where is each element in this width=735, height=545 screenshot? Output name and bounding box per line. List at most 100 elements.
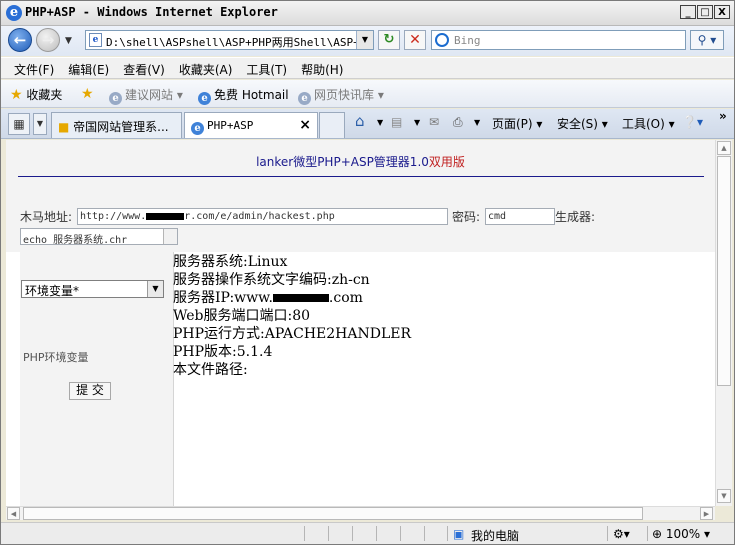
search-button[interactable]: ⚲ ▾ bbox=[690, 30, 724, 50]
menu-view[interactable]: 查看(V) bbox=[116, 58, 172, 78]
tab-php-asp[interactable]: e PHP+ASP × bbox=[184, 112, 318, 138]
favorites-star-icon: ★ bbox=[10, 87, 23, 103]
print-dropdown-icon[interactable]: ▼ bbox=[474, 118, 480, 127]
suggested-sites-link[interactable]: e 建议网站 ▾ bbox=[109, 86, 183, 105]
back-button[interactable]: ← bbox=[8, 28, 32, 52]
ie-logo-icon: e bbox=[6, 5, 22, 21]
horizontal-scrollbar[interactable]: ◀ ▶ bbox=[6, 506, 715, 520]
redacted-block bbox=[146, 212, 185, 220]
output-file-path: 本文件路径: bbox=[173, 362, 248, 378]
command-output: 服务器系统:Linux 服务器操作系统文字编码:zh-cn 服务器IP:www.… bbox=[173, 253, 411, 379]
tab-list-dropdown-icon[interactable]: ▼ bbox=[33, 113, 47, 135]
protected-mode-icon[interactable]: ⚙▾ bbox=[613, 527, 630, 541]
security-zone-label: 我的电脑 bbox=[471, 529, 520, 543]
tab-ie-icon: e bbox=[191, 122, 204, 135]
home-dropdown-icon[interactable]: ▼ bbox=[377, 118, 383, 127]
stop-button[interactable]: ✕ bbox=[404, 30, 426, 50]
tab-bar: ▦ ▼ ■ 帝国网站管理系... e PHP+ASP × ⌂ ▼ ▤ ▼ ✉ ⎙ … bbox=[1, 109, 734, 139]
select-dropdown-icon[interactable]: ▼ bbox=[147, 281, 163, 297]
suggested-sites-icon: e bbox=[109, 92, 122, 105]
more-commands-icon[interactable]: » bbox=[719, 109, 727, 123]
browser-window: e PHP+ASP - Windows Internet Explorer _ … bbox=[0, 0, 735, 545]
page-content: lanker微型PHP+ASP管理器1.0双用版 木马地址: http://ww… bbox=[6, 140, 715, 506]
output-php-version: PHP版本:5.1.4 bbox=[173, 344, 273, 360]
function-select[interactable]: 环境变量* ▼ bbox=[21, 280, 164, 298]
page-icon: e bbox=[89, 33, 102, 47]
output-encoding: 服务器操作系统文字编码:zh-cn bbox=[173, 272, 370, 288]
home-icon[interactable]: ⌂ bbox=[355, 112, 365, 130]
favorites-label: 收藏夹 bbox=[26, 88, 63, 102]
redacted-block bbox=[272, 294, 329, 302]
scroll-down-icon[interactable]: ▼ bbox=[717, 489, 731, 503]
zoom-icon: ⊕ bbox=[652, 527, 663, 541]
menu-file[interactable]: 文件(F) bbox=[7, 58, 61, 78]
tab-site-icon: ■ bbox=[58, 120, 70, 134]
minimize-button[interactable]: _ bbox=[680, 5, 696, 19]
forward-button[interactable]: → bbox=[36, 28, 60, 52]
trojan-label: 木马地址: bbox=[20, 210, 73, 224]
submit-button[interactable]: 提 交 bbox=[69, 382, 111, 400]
add-favorite-button[interactable]: ★ bbox=[81, 86, 94, 102]
print-icon[interactable]: ⎙ bbox=[453, 115, 463, 130]
close-window-button[interactable]: X bbox=[714, 5, 730, 19]
trojan-url-input[interactable]: http://www. r.com/e/admin/hackest.php bbox=[77, 208, 448, 225]
hotmail-icon: e bbox=[198, 92, 211, 105]
read-mail-icon[interactable]: ✉ bbox=[429, 115, 439, 129]
computer-zone-icon: ▣ bbox=[453, 527, 465, 541]
hotmail-link[interactable]: e 免费 Hotmail bbox=[198, 86, 289, 105]
menu-help[interactable]: 帮助(H) bbox=[294, 58, 350, 78]
horizontal-scroll-thumb[interactable] bbox=[23, 507, 643, 520]
quick-tabs-icon[interactable]: ▦ bbox=[8, 113, 30, 135]
new-tab-button[interactable] bbox=[319, 112, 345, 138]
password-label: 密码: bbox=[452, 210, 481, 224]
scroll-up-icon[interactable]: ▲ bbox=[717, 141, 731, 155]
status-bar: ▣ 我的电脑 ⚙▾ ⊕ 100% ▾ bbox=[1, 522, 734, 544]
vertical-scrollbar[interactable]: ▲ ▼ bbox=[715, 140, 732, 506]
close-tab-icon[interactable]: × bbox=[299, 117, 311, 133]
output-ip: 服务器IP:www. .com bbox=[173, 290, 363, 306]
safety-menu-button[interactable]: 安全(S) ▾ bbox=[557, 115, 608, 132]
menu-bar: 文件(F) 编辑(E) 查看(V) 收藏夹(A) 工具(T) 帮助(H) bbox=[1, 57, 734, 79]
feeds-dropdown-icon[interactable]: ▼ bbox=[414, 118, 420, 127]
page-menu-button[interactable]: 页面(P) ▾ bbox=[492, 115, 542, 132]
help-icon[interactable]: ❔▾ bbox=[682, 115, 703, 129]
recent-pages-dropdown-icon[interactable]: ▼ bbox=[65, 36, 72, 46]
page-title: lanker微型PHP+ASP管理器1.0双用版 bbox=[256, 155, 465, 169]
tab-empire-cms[interactable]: ■ 帝国网站管理系... bbox=[51, 112, 182, 138]
address-toolbar: ← → ▼ e D:\shell\ASPshell\ASP+PHP两用Shell… bbox=[1, 26, 734, 56]
generator-label: 生成器: bbox=[555, 210, 596, 224]
title-divider bbox=[18, 176, 704, 177]
search-input[interactable]: Bing bbox=[454, 34, 481, 47]
password-input[interactable]: cmd bbox=[485, 208, 555, 225]
address-input[interactable]: D:\shell\ASPshell\ASP+PHP两用Shell\ASP+PH bbox=[106, 34, 356, 50]
search-box[interactable]: Bing bbox=[431, 30, 686, 50]
menu-favorites[interactable]: 收藏夹(A) bbox=[172, 58, 240, 78]
web-slice-gallery-link[interactable]: e 网页快讯库 ▾ bbox=[298, 86, 384, 105]
menu-edit[interactable]: 编辑(E) bbox=[61, 58, 116, 78]
refresh-button[interactable]: ↻ bbox=[378, 30, 400, 50]
vertical-scroll-thumb[interactable] bbox=[717, 156, 731, 386]
output-run-mode: PHP运行方式:APACHE2HANDLER bbox=[173, 326, 412, 342]
scroll-right-icon[interactable]: ▶ bbox=[700, 507, 713, 520]
tools-menu-button[interactable]: 工具(O) ▾ bbox=[622, 115, 675, 132]
window-title: PHP+ASP - Windows Internet Explorer bbox=[25, 5, 278, 19]
favorites-button[interactable]: ★ 收藏夹 bbox=[10, 86, 62, 103]
env-label: PHP环境变量 bbox=[23, 351, 89, 364]
left-panel: 环境变量* ▼ PHP环境变量 提 交 bbox=[20, 252, 174, 506]
output-port: Web服务端口端口:80 bbox=[173, 308, 311, 324]
bing-logo-icon bbox=[435, 33, 449, 47]
favorites-bar: ★ 收藏夹 ★ e 建议网站 ▾ e 免费 Hotmail e 网页快讯库 ▾ bbox=[1, 80, 734, 108]
address-bar[interactable]: e D:\shell\ASPshell\ASP+PHP两用Shell\ASP+P… bbox=[85, 30, 374, 50]
command-spinner-icon[interactable] bbox=[163, 229, 177, 244]
command-input[interactable]: echo 服务器系统.chr bbox=[20, 228, 178, 245]
scroll-left-icon[interactable]: ◀ bbox=[7, 507, 20, 520]
title-bar: e PHP+ASP - Windows Internet Explorer _ … bbox=[1, 1, 734, 26]
menu-tools[interactable]: 工具(T) bbox=[239, 58, 294, 78]
web-slice-icon: e bbox=[298, 92, 311, 105]
form-header: lanker微型PHP+ASP管理器1.0双用版 木马地址: http://ww… bbox=[6, 140, 715, 252]
maximize-button[interactable]: □ bbox=[697, 5, 713, 19]
output-os: 服务器系统:Linux bbox=[173, 254, 288, 270]
address-dropdown-icon[interactable]: ▼ bbox=[356, 31, 373, 49]
zoom-control[interactable]: ⊕ 100% ▾ bbox=[652, 527, 710, 541]
feeds-icon[interactable]: ▤ bbox=[391, 115, 402, 129]
